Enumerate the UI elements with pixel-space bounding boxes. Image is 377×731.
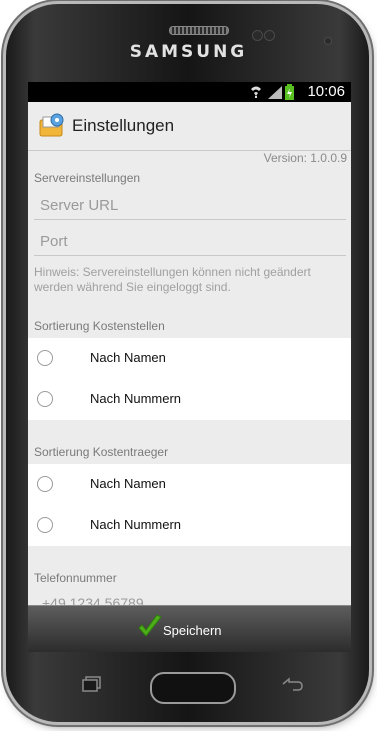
radio-button[interactable] [37, 391, 53, 407]
radio-button[interactable] [37, 350, 53, 366]
version-label: Version: 1.0.0.9 [263, 151, 347, 165]
radio-label: Nach Namen [90, 350, 166, 365]
status-time: 10:06 [307, 83, 345, 100]
battery-icon [285, 84, 294, 100]
checkmark-icon [138, 614, 162, 637]
radio-label: Nach Namen [90, 476, 166, 491]
server-url-placeholder: Server URL [40, 197, 119, 214]
save-button[interactable]: Speichern [163, 623, 222, 638]
cost-bearers-option-name[interactable]: Nach Namen [28, 464, 351, 504]
cost-bearers-option-number[interactable]: Nach Nummern [28, 505, 351, 545]
radio-label: Nach Nummern [90, 517, 182, 532]
radio-label: Nach Nummern [90, 391, 182, 406]
radio-button[interactable] [37, 476, 53, 492]
device-brand: SAMSUNG [129, 42, 248, 62]
page-title: Einstellungen [72, 116, 175, 135]
phone-label: Telefonnummer [34, 571, 117, 585]
save-bar[interactable]: Speichern [28, 605, 351, 652]
home-button[interactable] [150, 672, 236, 704]
cost-centers-option-number[interactable]: Nach Nummern [28, 379, 351, 419]
cost-centers-option-name[interactable]: Nach Namen [28, 338, 351, 378]
signal-icon [268, 86, 282, 99]
status-bar: 10:06 [28, 82, 351, 102]
server-hint: Hinweis: Servereinstellungen können nich… [34, 265, 311, 294]
cost-centers-radio-group: Nach Namen Nach Nummern [28, 338, 351, 420]
server-section-label: Servereinstellungen [34, 171, 141, 185]
cost-bearers-label: Sortierung Kostentraeger [34, 445, 169, 459]
port-input[interactable]: Port [34, 229, 346, 256]
radio-button[interactable] [37, 517, 53, 533]
cost-bearers-radio-group: Nach Namen Nach Nummern [28, 464, 351, 546]
back-icon[interactable] [281, 677, 303, 691]
device-screen: 10:06 Einstellungen Version: 1.0.0.9 Ser… [28, 82, 351, 652]
action-bar: Einstellungen [28, 102, 351, 151]
light-sensor [264, 30, 275, 41]
proximity-sensor [252, 30, 263, 41]
settings-app-icon [39, 113, 64, 137]
recent-apps-icon[interactable] [82, 676, 102, 692]
earpiece-speaker [169, 26, 229, 35]
port-placeholder: Port [40, 233, 68, 250]
server-url-input[interactable]: Server URL [34, 193, 346, 220]
cost-centers-label: Sortierung Kostenstellen [34, 319, 165, 333]
wifi-icon [251, 86, 261, 98]
